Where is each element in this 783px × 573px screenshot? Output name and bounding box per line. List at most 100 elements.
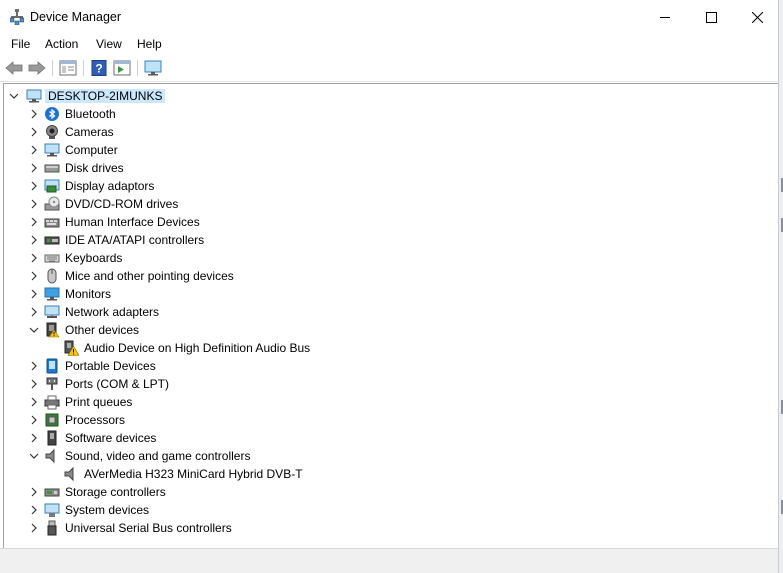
forward-button[interactable] (27, 58, 47, 78)
tree-root-label[interactable]: DESKTOP-2IMUNKS (45, 89, 166, 103)
tree-category-label[interactable]: Display adaptors (65, 179, 154, 193)
tree-category-label[interactable]: Ports (COM & LPT) (65, 377, 169, 391)
tree-category-label[interactable]: Sound, video and game controllers (65, 449, 250, 463)
device-tree[interactable]: DESKTOP-2IMUNKS Bluetooth Cameras Computer… (3, 83, 778, 548)
tree-category-label[interactable]: Processors (65, 413, 125, 427)
chevron-right-icon[interactable] (28, 141, 40, 159)
window-title: Device Manager (30, 10, 122, 24)
chevron-right-icon[interactable] (28, 483, 40, 501)
tree-category-label[interactable]: Human Interface Devices (65, 215, 200, 229)
chevron-right-icon[interactable] (28, 285, 40, 303)
tree-category-row[interactable]: Software devices (4, 429, 778, 447)
toolbar-separator (83, 60, 84, 76)
chevron-right-icon[interactable] (28, 393, 40, 411)
tree-device-label[interactable]: AVerMedia H323 MiniCard Hybrid DVB-T (84, 467, 303, 481)
tree-category-label[interactable]: Network adapters (65, 305, 159, 319)
tree-category-row[interactable]: Bluetooth (4, 105, 778, 123)
menu-action[interactable]: Action (45, 37, 78, 51)
chevron-right-icon[interactable] (28, 213, 40, 231)
menu-view[interactable]: View (96, 37, 122, 51)
chevron-down-icon[interactable] (28, 321, 40, 339)
tree-category-label[interactable]: Universal Serial Bus controllers (65, 521, 232, 535)
dvd-drive-icon (44, 196, 60, 212)
maximize-button[interactable] (688, 0, 734, 34)
tree-category-label[interactable]: Computer (65, 143, 118, 157)
chevron-right-icon[interactable] (28, 195, 40, 213)
tree-category-row[interactable]: Cameras (4, 123, 778, 141)
tree-category-row[interactable]: Processors (4, 411, 778, 429)
toolbar-separator (137, 60, 138, 76)
chevron-right-icon[interactable] (28, 159, 40, 177)
menu-file[interactable]: File (11, 37, 30, 51)
tree-category-label[interactable]: Storage controllers (65, 485, 166, 499)
tree-category-label[interactable]: Bluetooth (65, 107, 116, 121)
tree-category-label[interactable]: Monitors (65, 287, 111, 301)
mouse-icon (44, 268, 60, 284)
tree-category-row[interactable]: IDE ATA/ATAPI controllers (4, 231, 778, 249)
tree-category-row[interactable]: Ports (COM & LPT) (4, 375, 778, 393)
keyboard-icon (44, 250, 60, 266)
properties-button[interactable] (58, 58, 78, 78)
tree-category-row[interactable]: Other devices (4, 321, 778, 339)
back-icon (5, 61, 23, 75)
tree-category-row[interactable]: Computer (4, 141, 778, 159)
tree-category-row[interactable]: Sound, video and game controllers (4, 447, 778, 465)
tree-category-label[interactable]: Disk drives (65, 161, 124, 175)
tree-device-label[interactable]: Audio Device on High Definition Audio Bu… (84, 341, 310, 355)
tree-category-row[interactable]: Network adapters (4, 303, 778, 321)
tree-category-label[interactable]: Mice and other pointing devices (65, 269, 234, 283)
close-button[interactable] (734, 0, 780, 34)
chevron-right-icon[interactable] (28, 411, 40, 429)
tree-category-label[interactable]: Portable Devices (65, 359, 156, 373)
tree-category-row[interactable]: System devices (4, 501, 778, 519)
tree-category-label[interactable]: Print queues (65, 395, 132, 409)
tree-category-label[interactable]: DVD/CD-ROM drives (65, 197, 178, 211)
system-device-icon (44, 502, 60, 518)
minimize-button[interactable] (642, 0, 688, 34)
tree-category-label[interactable]: IDE ATA/ATAPI controllers (65, 233, 204, 247)
tree-category-row[interactable]: Mice and other pointing devices (4, 267, 778, 285)
display-adapter-icon (44, 178, 60, 194)
warning-device-icon (63, 340, 80, 356)
back-button[interactable] (4, 58, 24, 78)
tree-device-row[interactable]: Audio Device on High Definition Audio Bu… (4, 339, 778, 357)
chevron-right-icon[interactable] (28, 249, 40, 267)
tree-category-label[interactable]: Software devices (65, 431, 156, 445)
chevron-right-icon[interactable] (28, 123, 40, 141)
chevron-right-icon[interactable] (28, 231, 40, 249)
tree-category-label[interactable]: Cameras (65, 125, 114, 139)
help-button[interactable]: ? (89, 58, 109, 78)
tree-root-row[interactable]: DESKTOP-2IMUNKS (4, 87, 778, 105)
tree-category-row[interactable]: DVD/CD-ROM drives (4, 195, 778, 213)
tree-category-row[interactable]: Keyboards (4, 249, 778, 267)
chevron-right-icon[interactable] (28, 303, 40, 321)
tree-category-label[interactable]: Keyboards (65, 251, 122, 265)
toolbar-separator-line (0, 81, 778, 82)
tree-category-row[interactable]: Human Interface Devices (4, 213, 778, 231)
tree-category-row[interactable]: Portable Devices (4, 357, 778, 375)
chevron-down-icon[interactable] (8, 87, 20, 105)
chevron-right-icon[interactable] (28, 375, 40, 393)
chevron-right-icon[interactable] (28, 519, 40, 537)
computer-icon (26, 88, 42, 104)
tree-category-row[interactable]: Print queues (4, 393, 778, 411)
chevron-right-icon[interactable] (28, 501, 40, 519)
tree-category-label[interactable]: Other devices (65, 323, 139, 337)
chevron-right-icon[interactable] (28, 177, 40, 195)
tree-category-row[interactable]: Storage controllers (4, 483, 778, 501)
tree-device-row[interactable]: AVerMedia H323 MiniCard Hybrid DVB-T (4, 465, 778, 483)
title-bar[interactable]: Device Manager (0, 0, 778, 34)
chevron-right-icon[interactable] (28, 429, 40, 447)
run-button[interactable] (112, 58, 132, 78)
tree-category-row[interactable]: Disk drives (4, 159, 778, 177)
tree-category-row[interactable]: Universal Serial Bus controllers (4, 519, 778, 537)
tree-category-label[interactable]: System devices (65, 503, 149, 517)
chevron-right-icon[interactable] (28, 267, 40, 285)
chevron-right-icon[interactable] (28, 105, 40, 123)
chevron-down-icon[interactable] (28, 447, 40, 465)
menu-help[interactable]: Help (137, 37, 162, 51)
scan-hardware-button[interactable] (143, 58, 163, 78)
tree-category-row[interactable]: Display adaptors (4, 177, 778, 195)
tree-category-row[interactable]: Monitors (4, 285, 778, 303)
chevron-right-icon[interactable] (28, 357, 40, 375)
